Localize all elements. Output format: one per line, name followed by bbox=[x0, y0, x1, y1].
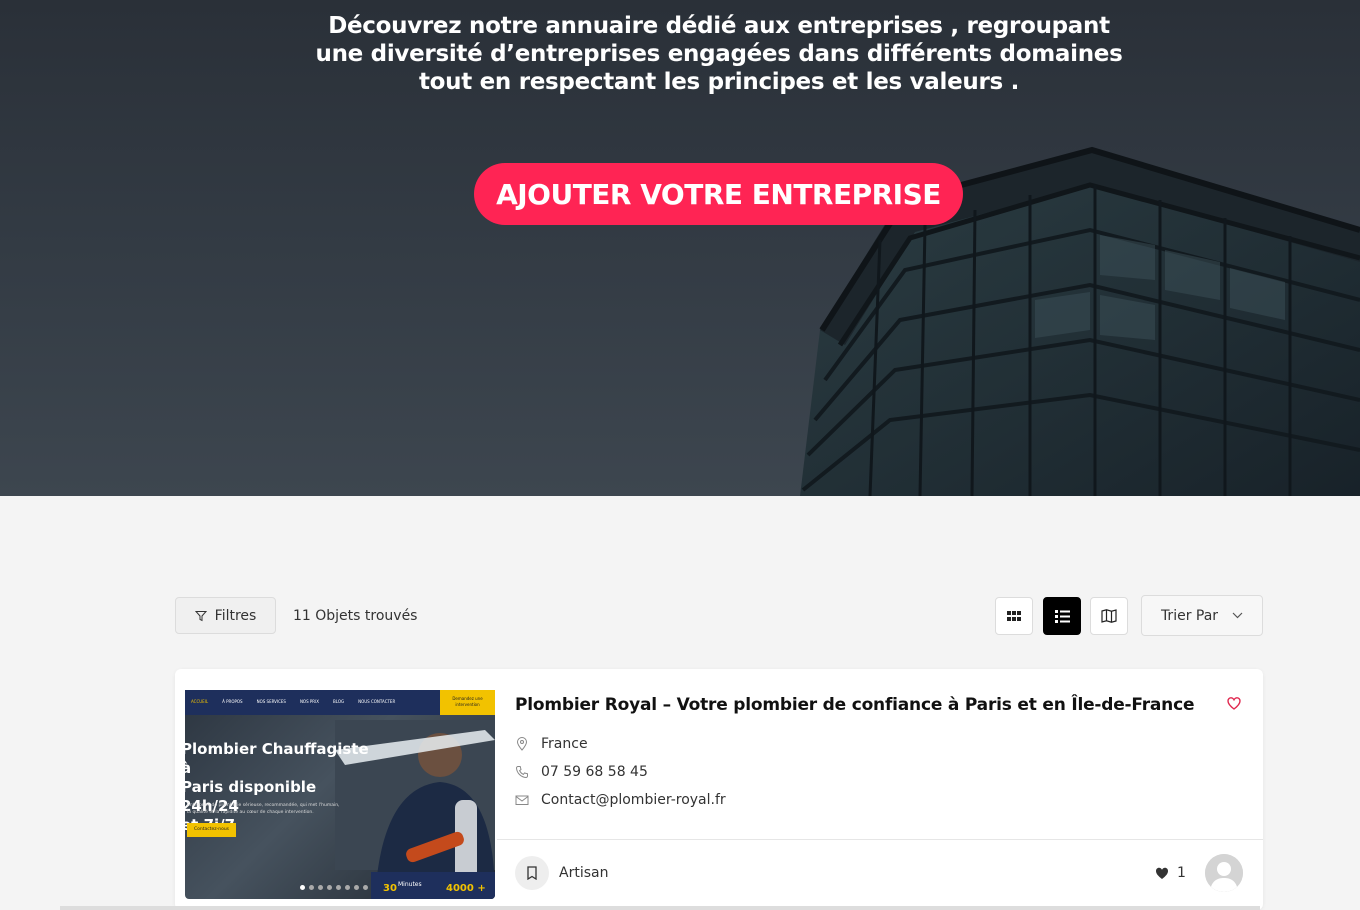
thumbnail-nav-item: NOS PRIX bbox=[299, 699, 319, 704]
sort-dropdown[interactable]: Trier Par bbox=[1141, 595, 1263, 636]
thumbnail-headline-line: Plombier Chauffagiste à bbox=[185, 740, 369, 777]
carousel-dot[interactable] bbox=[363, 885, 368, 890]
thumbnail-stat-value: 4000 + bbox=[446, 883, 486, 894]
bookmark-icon bbox=[527, 866, 537, 880]
listing-thumbnail[interactable]: ACCUEIL À PROPOS NOS SERVICES NOS PRIX B… bbox=[185, 690, 495, 899]
likes-count: 1 bbox=[1177, 865, 1186, 881]
category-label[interactable]: Artisan bbox=[559, 865, 608, 881]
thumbnail-nav-cta: Demandez une intervention bbox=[440, 690, 495, 715]
email-text: Contact@plombier-royal.fr bbox=[541, 792, 726, 808]
page-bottom-edge bbox=[60, 906, 1260, 910]
author-avatar[interactable] bbox=[1205, 854, 1243, 892]
thumbnail-cta: Contactez-nous bbox=[187, 823, 236, 837]
category-badge[interactable] bbox=[515, 856, 549, 890]
email-icon bbox=[515, 795, 529, 805]
filters-label: Filtres bbox=[214, 607, 257, 624]
thumbnail-nav-item: NOUS CONTACTER bbox=[358, 699, 396, 704]
phone-icon bbox=[515, 766, 528, 779]
carousel-dot[interactable] bbox=[309, 885, 314, 890]
carousel-dot[interactable] bbox=[336, 885, 341, 890]
likes-counter[interactable]: 1 bbox=[1155, 865, 1186, 881]
map-view-icon bbox=[1101, 609, 1117, 623]
listing-title[interactable]: Plombier Royal – Votre plombier de confi… bbox=[515, 695, 1194, 715]
listing-location: France bbox=[515, 736, 588, 752]
filters-button[interactable]: Filtres bbox=[175, 597, 276, 634]
listing-card[interactable]: ACCUEIL À PROPOS NOS SERVICES NOS PRIX B… bbox=[175, 669, 1263, 910]
thumbnail-subtext: Entreprise de plomberie sérieuse, recomm… bbox=[187, 803, 340, 815]
thumbnail-nav-item: ACCUEIL bbox=[191, 699, 209, 704]
carousel-dot[interactable] bbox=[354, 885, 359, 890]
user-avatar-icon bbox=[1205, 854, 1243, 892]
carousel-dot[interactable] bbox=[300, 885, 305, 890]
list-view-button[interactable] bbox=[1043, 597, 1081, 635]
hero-description-line: une diversité d’entreprises engagées dan… bbox=[315, 41, 1123, 67]
thumbnail-headline: Plombier Chauffagiste à Paris disponible… bbox=[185, 740, 371, 835]
hero-description: Découvrez notre annuaire dédié aux entre… bbox=[280, 12, 1158, 96]
add-business-button[interactable]: AJOUTER VOTRE ENTREPRISE bbox=[474, 163, 963, 225]
location-pin-icon bbox=[516, 737, 528, 751]
map-view-button[interactable] bbox=[1090, 597, 1128, 635]
grid-view-icon bbox=[1007, 611, 1021, 621]
carousel-dot[interactable] bbox=[318, 885, 323, 890]
listing-phone[interactable]: 07 59 68 58 45 bbox=[515, 764, 648, 780]
phone-text: 07 59 68 58 45 bbox=[541, 764, 648, 780]
results-count: 11 Objets trouvés bbox=[293, 608, 418, 624]
heart-icon bbox=[1156, 867, 1168, 879]
listing-email[interactable]: Contact@plombier-royal.fr bbox=[515, 792, 726, 808]
thumbnail-stat-label: Minutes bbox=[398, 881, 422, 888]
sort-label: Trier Par bbox=[1160, 607, 1219, 624]
thumbnail-nav-bar: ACCUEIL À PROPOS NOS SERVICES NOS PRIX B… bbox=[185, 690, 495, 715]
grid-view-button[interactable] bbox=[995, 597, 1033, 635]
card-divider bbox=[497, 839, 1263, 840]
thumbnail-nav-item: BLOG bbox=[333, 699, 345, 704]
hero-banner: Découvrez notre annuaire dédié aux entre… bbox=[0, 0, 1360, 496]
thumbnail-nav-item: NOS SERVICES bbox=[256, 699, 286, 704]
thumbnail-nav-item: À PROPOS bbox=[222, 699, 243, 704]
carousel-dots[interactable] bbox=[300, 885, 368, 890]
chevron-down-icon bbox=[1232, 612, 1243, 619]
carousel-dot[interactable] bbox=[345, 885, 350, 890]
thumbnail-stat-value: 30 bbox=[383, 883, 397, 894]
hero-description-line: tout en respectant les principes et les … bbox=[418, 69, 1020, 95]
list-view-icon bbox=[1054, 609, 1070, 623]
location-text: France bbox=[541, 736, 588, 752]
hero-description-line: Découvrez notre annuaire dédié aux entre… bbox=[328, 13, 1110, 39]
favorite-heart-icon[interactable] bbox=[1227, 697, 1241, 710]
carousel-dot[interactable] bbox=[327, 885, 332, 890]
filter-icon bbox=[194, 610, 207, 621]
